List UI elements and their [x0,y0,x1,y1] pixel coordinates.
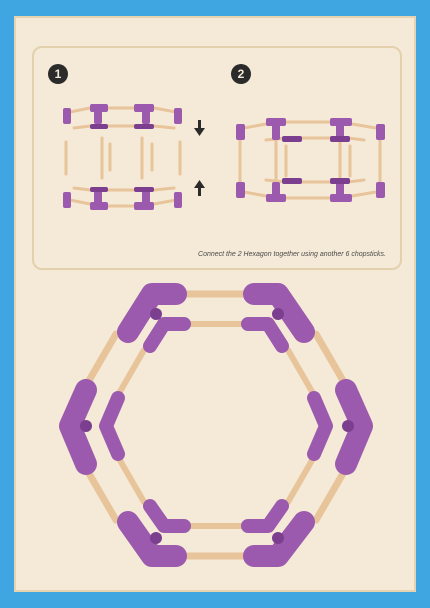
instruction-sheet: 1 2 Connect the 2 Hexagon together using… [14,16,416,592]
hexagon-illustration [59,283,373,567]
